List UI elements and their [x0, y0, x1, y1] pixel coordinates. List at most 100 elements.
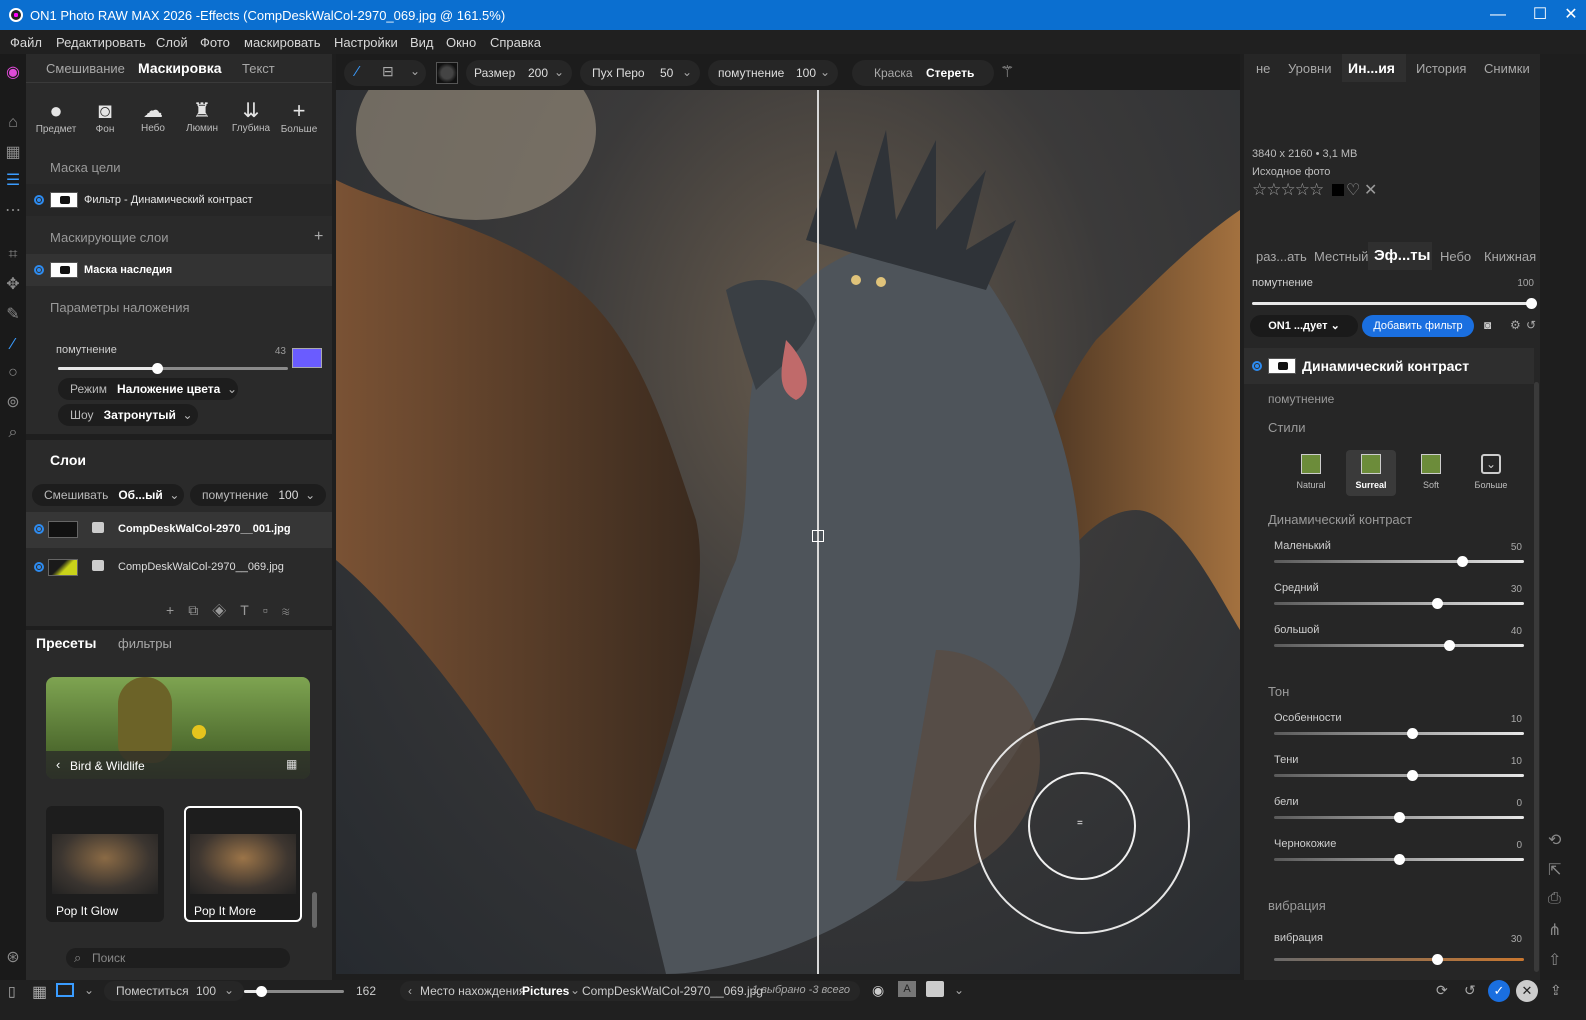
fingerprint-icon[interactable]: ⊚	[4, 394, 22, 412]
develop-sliders-icon[interactable]: ☰	[4, 172, 22, 190]
presets-search[interactable]: ⌕ Поиск	[66, 948, 290, 968]
radio-icon[interactable]	[34, 265, 44, 275]
tab-portrait[interactable]: Книжная	[1484, 249, 1536, 264]
crop-icon[interactable]: ⌗	[4, 246, 22, 264]
layer-mask-icon[interactable]	[92, 522, 104, 533]
layer-row-2[interactable]: CompDeskWalCol-2970__069.jpg	[26, 550, 332, 586]
reset-icon[interactable]: ↺	[1526, 318, 1536, 332]
duplicate-layer-icon[interactable]: ⧉	[188, 602, 212, 618]
tab-sky[interactable]: Небо	[1440, 249, 1471, 264]
divider-handle[interactable]	[812, 530, 824, 542]
add-mask-layer-button[interactable]: +	[314, 228, 323, 246]
menu-window[interactable]: Окно	[446, 35, 476, 50]
zoom-knob[interactable]	[256, 986, 267, 997]
mask-tool-sky[interactable]: ☁ Небо	[131, 98, 175, 144]
delete-layer-icon[interactable]: ▫	[263, 602, 282, 618]
location-folder[interactable]: Pictures	[522, 984, 569, 998]
mask-tool-luminosity[interactable]: ♜ Люмин	[180, 98, 224, 144]
fill-layer-icon[interactable]: ◈	[212, 602, 240, 618]
tone-slider[interactable]	[1274, 732, 1524, 735]
apply-check-button[interactable]: ✓	[1488, 980, 1510, 1002]
menu-settings[interactable]: Настройки	[334, 35, 398, 50]
layer-opacity-dropdown[interactable]: помутнение 100 ⌄	[190, 484, 326, 506]
vibrance-slider[interactable]	[1274, 958, 1524, 961]
radio-icon[interactable]	[34, 195, 44, 205]
brush-preview-icon[interactable]	[436, 62, 458, 84]
print-icon[interactable]: ⎙	[1548, 890, 1561, 908]
tone-slider[interactable]	[1274, 774, 1524, 777]
export-icon[interactable]: ⇱	[1548, 860, 1561, 880]
search-input[interactable]: Поиск	[92, 951, 125, 965]
mask-tool-depth[interactable]: ⇊ Глубина	[229, 98, 273, 144]
menu-mask[interactable]: маскировать	[244, 35, 321, 50]
color-label-icon[interactable]	[1332, 184, 1344, 196]
maximize-button[interactable]: ☐	[1520, 4, 1560, 26]
menu-help[interactable]: Справка	[490, 35, 541, 50]
tone-knob[interactable]	[1406, 728, 1418, 739]
menu-photo[interactable]: Фото	[200, 35, 230, 50]
tab-blend[interactable]: Смешивание	[46, 61, 125, 76]
visibility-icon[interactable]	[34, 524, 44, 534]
home-icon[interactable]: ⌂	[4, 114, 22, 132]
style-soft[interactable]: Soft	[1406, 450, 1456, 496]
mask-tool-more[interactable]: + Больше	[277, 98, 321, 144]
tab-effects[interactable]: Эф...ты	[1374, 247, 1430, 264]
reject-icon[interactable]: ✕	[1364, 180, 1377, 200]
masking-layer-row[interactable]: Маска наследия	[26, 254, 332, 286]
tab-local[interactable]: Местный	[1314, 249, 1368, 264]
cancel-x-button[interactable]: ✕	[1516, 980, 1538, 1002]
upload-icon[interactable]: ⇧	[1548, 950, 1561, 970]
undo-icon[interactable]: ↺	[1464, 982, 1476, 999]
tab-history[interactable]: История	[1416, 61, 1466, 76]
eye-icon[interactable]: ◉	[872, 982, 884, 999]
single-view-icon[interactable]	[56, 983, 74, 997]
feather-control[interactable]: Пух Перо 50 ⌄	[580, 60, 700, 86]
tab-masking[interactable]: Маскировка	[138, 60, 222, 76]
tab-text[interactable]: Текст	[242, 61, 275, 76]
visibility-icon[interactable]	[34, 562, 44, 572]
text-overlay-icon[interactable]: A	[898, 981, 916, 997]
menu-file[interactable]: Файл	[10, 35, 42, 50]
chevron-down-icon[interactable]: ⌄	[570, 983, 580, 997]
mode-dropdown[interactable]: Режим Наложение цвета ⌄	[58, 378, 238, 400]
tab-levels[interactable]: Уровни	[1288, 61, 1331, 76]
tone-knob[interactable]	[1406, 770, 1418, 781]
tone-knob[interactable]	[1394, 854, 1405, 865]
browse-grid-icon[interactable]: ▦	[4, 144, 22, 162]
grid-view-icon[interactable]: ▦	[286, 757, 297, 771]
effects-opacity-slider[interactable]	[1252, 302, 1534, 305]
more-dots-icon[interactable]: ⋯	[4, 202, 22, 220]
move-icon[interactable]: ✥	[4, 276, 22, 294]
history-icon[interactable]: ⟲	[1548, 830, 1561, 850]
masking-brush-icon[interactable]: ⁄	[4, 336, 22, 354]
tab-info[interactable]: Ин...ия	[1348, 60, 1395, 76]
menu-view[interactable]: Вид	[410, 35, 434, 50]
magic-wand-icon[interactable]: ⚚	[1000, 62, 1014, 82]
style-surreal-selected[interactable]: Surreal	[1346, 450, 1396, 496]
zoom-hand-icon[interactable]: ⌕	[4, 424, 22, 442]
mask-tool-subject[interactable]: ● Предмет	[34, 98, 78, 144]
tab-filters[interactable]: фильтры	[118, 636, 172, 651]
chevron-down-icon[interactable]: ⌄	[954, 983, 964, 997]
brush-tool-selector[interactable]: ⁄ ⊟ ⌄	[344, 60, 426, 86]
erase-button[interactable]: Стереть	[926, 66, 974, 80]
gear-icon[interactable]: ⚙	[1510, 318, 1521, 332]
share-icon[interactable]: ⋔	[1548, 920, 1561, 940]
tone-knob[interactable]	[1394, 812, 1405, 823]
vibrance-knob[interactable]	[1431, 954, 1443, 965]
style-more[interactable]: ⌄ Больше	[1466, 450, 1516, 496]
grid-view-icon[interactable]: ▦	[32, 982, 47, 1002]
filter-header[interactable]: Динамический контраст	[1244, 348, 1534, 384]
star-rating[interactable]: ☆☆☆☆☆	[1252, 180, 1324, 200]
category-card[interactable]: ‹ Bird & Wildlife ▦	[46, 677, 310, 779]
layer-blend-dropdown[interactable]: Смешивать Об...ый ⌄	[32, 484, 184, 506]
layer-row-1[interactable]: CompDeskWalCol-2970__001.jpg	[26, 512, 332, 548]
add-filter-button[interactable]: Добавить фильтр	[1362, 315, 1474, 337]
sync-icon[interactable]: ⟳	[1436, 982, 1448, 999]
photo-canvas[interactable]: =	[336, 90, 1240, 974]
mask-icon[interactable]: ◙	[1484, 318, 1491, 332]
dc-slider[interactable]	[1274, 602, 1524, 605]
tab-develop[interactable]: раз...ать	[1256, 249, 1307, 264]
overlay-opacity-knob[interactable]	[151, 363, 163, 374]
layer-mask-icon[interactable]	[92, 560, 104, 571]
